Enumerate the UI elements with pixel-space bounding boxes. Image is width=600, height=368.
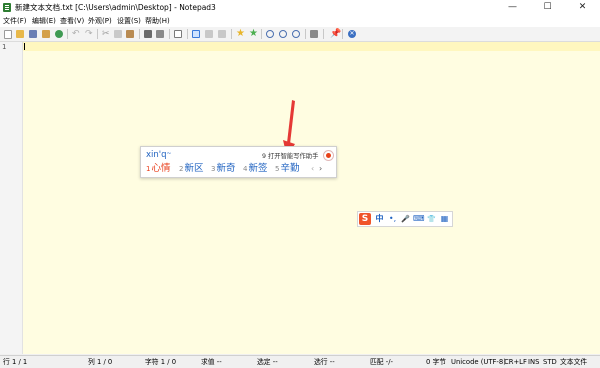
- maximize-button[interactable]: ☐: [530, 0, 565, 15]
- toolbar-separator: [169, 29, 170, 39]
- favorites-star-icon[interactable]: ★: [236, 29, 245, 39]
- pin-icon[interactable]: 📌: [330, 30, 341, 39]
- save-as-icon[interactable]: [42, 30, 50, 38]
- line-number: 1: [2, 43, 7, 51]
- cut-icon[interactable]: ✂: [102, 30, 110, 39]
- browse-icon[interactable]: [55, 30, 63, 38]
- status-bytes: 0 字节: [426, 358, 447, 366]
- status-doc-type[interactable]: 文本文件: [560, 357, 587, 367]
- status-line: 行 1 / 1: [3, 358, 28, 366]
- ime-prev-page-button[interactable]: ‹: [311, 164, 314, 173]
- status-selection: 选定 --: [257, 358, 278, 366]
- status-matches: 匹配 -/-: [370, 358, 393, 366]
- toolbar-separator: [231, 29, 232, 39]
- toolbar-separator: [342, 29, 343, 39]
- toolbar-separator: [305, 29, 306, 39]
- keyboard-icon[interactable]: ⌨: [413, 213, 425, 225]
- ime-assistant-icon[interactable]: [323, 150, 334, 161]
- zoom-reset-icon[interactable]: [292, 30, 300, 38]
- indent-guides-icon[interactable]: [218, 30, 226, 38]
- text-caret: [24, 43, 25, 50]
- status-sum: 求值 --: [201, 358, 222, 366]
- ime-status-bar: S 中 •, 🎤 ⌨ 👕 ▦: [357, 211, 453, 227]
- toolbar-separator: [261, 29, 262, 39]
- exit-icon[interactable]: ✕: [348, 30, 356, 38]
- status-column: 列 1 / 0: [88, 358, 113, 366]
- new-file-icon[interactable]: [4, 30, 12, 39]
- menu-settings[interactable]: 设置(S): [117, 16, 141, 26]
- title-bar: 新建文本文档.txt [C:\Users\admin\Desktop] - No…: [0, 0, 600, 15]
- close-button[interactable]: ✕: [565, 0, 600, 15]
- sogou-logo-icon[interactable]: S: [359, 213, 371, 225]
- redo-icon[interactable]: ↷: [85, 30, 93, 39]
- open-folder-icon[interactable]: [16, 30, 24, 38]
- replace-icon[interactable]: [156, 30, 164, 38]
- goto-icon[interactable]: [174, 30, 182, 38]
- word-wrap-icon[interactable]: [192, 30, 200, 38]
- paste-icon[interactable]: [126, 30, 134, 38]
- ime-candidate-5[interactable]: 5辛勤: [275, 163, 299, 175]
- menu-edit[interactable]: 编辑(E): [32, 16, 56, 26]
- window-title: 新建文本文档.txt [C:\Users\admin\Desktop] - No…: [15, 3, 216, 12]
- ime-writing-assistant-hint[interactable]: 9 打开智能写作助手: [262, 151, 318, 160]
- toolbox-menu-icon[interactable]: ▦: [439, 213, 450, 225]
- status-character: 字符 1 / 0: [145, 358, 177, 366]
- ime-candidate-4[interactable]: 4新签: [243, 163, 267, 175]
- toolbar-separator: [139, 29, 140, 39]
- find-icon[interactable]: [144, 30, 152, 38]
- menu-appearance[interactable]: 外观(P): [88, 16, 112, 26]
- status-ins[interactable]: INS: [528, 357, 539, 367]
- voice-input-icon[interactable]: 🎤: [400, 213, 411, 225]
- undo-icon[interactable]: ↶: [72, 30, 80, 39]
- status-bar: 行 1 / 1 列 1 / 0 字符 1 / 0 求值 -- 选定 -- 选行 …: [0, 355, 600, 368]
- chinese-mode-toggle[interactable]: 中: [374, 213, 385, 225]
- scheme-icon[interactable]: [310, 30, 318, 38]
- ime-candidate-1[interactable]: 1心情: [146, 163, 170, 175]
- ime-composition: xin'q~: [146, 150, 172, 160]
- status-std[interactable]: STD: [543, 357, 557, 367]
- line-number-gutter: 1: [0, 42, 23, 354]
- text-editor[interactable]: [23, 42, 600, 354]
- menu-file[interactable]: 文件(F): [3, 16, 27, 26]
- zoom-out-icon[interactable]: [279, 30, 287, 38]
- save-icon[interactable]: [29, 30, 37, 38]
- menu-help[interactable]: 帮助(H): [145, 16, 170, 26]
- toolbar-separator: [187, 29, 188, 39]
- ime-candidate-window: xin'q~ 9 打开智能写作助手 1心情 2新区 3新奇 4新签 5辛勤 ‹ …: [140, 146, 337, 178]
- ime-candidate-2[interactable]: 2新区: [179, 163, 203, 175]
- zoom-in-icon[interactable]: [266, 30, 274, 38]
- menu-view[interactable]: 查看(V): [60, 16, 84, 26]
- toolbar-separator: [67, 29, 68, 39]
- current-line-highlight: [23, 42, 600, 51]
- ime-candidate-3[interactable]: 3新奇: [211, 163, 235, 175]
- toolbar: ↶ ↷ ✂ ★ ★ 📌 ✕: [0, 27, 600, 42]
- minimize-button[interactable]: —: [495, 0, 530, 15]
- notepad3-app-icon: [3, 3, 11, 12]
- long-line-icon[interactable]: [205, 30, 213, 38]
- punctuation-icon[interactable]: •,: [387, 213, 398, 225]
- status-selected-lines: 选行 --: [314, 358, 335, 366]
- menu-bar: 文件(F) 编辑(E) 查看(V) 外观(P) 设置(S) 帮助(H): [0, 15, 600, 27]
- copy-icon[interactable]: [114, 30, 122, 38]
- status-encoding[interactable]: Unicode (UTF-8): [451, 357, 506, 367]
- status-eol[interactable]: CR+LF: [504, 357, 527, 367]
- toolbar-separator: [323, 29, 324, 39]
- skin-icon[interactable]: 👕: [426, 213, 437, 225]
- add-favorite-icon[interactable]: ★: [249, 29, 258, 39]
- toolbar-separator: [97, 29, 98, 39]
- ime-next-page-button[interactable]: ›: [319, 164, 322, 173]
